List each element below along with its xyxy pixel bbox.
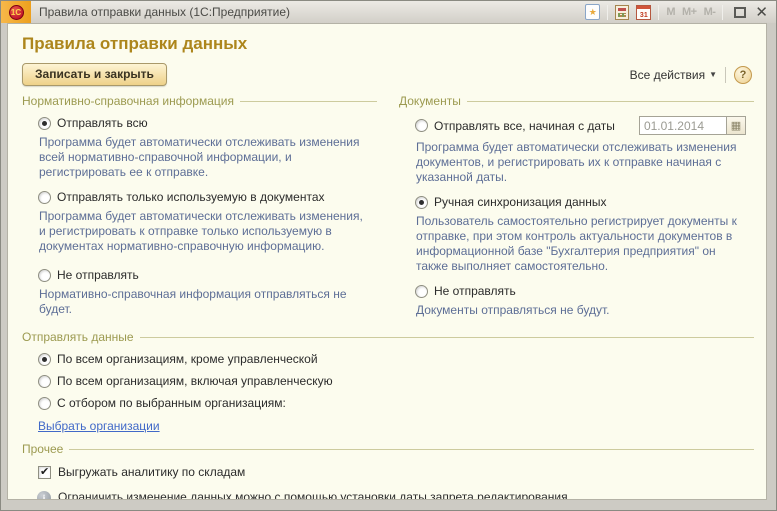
radio-button[interactable]	[415, 285, 428, 298]
group-divider	[240, 101, 377, 102]
checkbox[interactable]	[38, 466, 51, 479]
radio-label: По всем организациям, включая управленче…	[57, 374, 333, 388]
radio-label: Отправлять всю	[57, 116, 148, 130]
favorites-icon[interactable]: ★	[585, 4, 600, 20]
radio-option-selected-orgs[interactable]: С отбором по выбранным организациям:	[38, 396, 754, 410]
radio-option-send-all-nsi[interactable]: Отправлять всю	[38, 116, 377, 130]
radio-label: Ручная синхронизация данных	[434, 195, 607, 209]
toolbar-separator	[725, 67, 726, 83]
radio-button[interactable]	[415, 119, 428, 132]
option-description: Программа будет автоматически отслеживат…	[39, 209, 363, 254]
group-divider	[69, 449, 754, 450]
titlebar-separator	[658, 5, 659, 20]
date-picker-icon[interactable]: ▦	[727, 116, 746, 135]
page-title: Правила отправки данных	[22, 34, 766, 54]
radio-button[interactable]	[38, 269, 51, 282]
radio-label: Отправлять все, начиная с даты	[434, 119, 615, 133]
titlebar-accent: 1С	[1, 1, 31, 23]
start-date-input[interactable]	[639, 116, 727, 135]
radio-label: Не отправлять	[434, 284, 516, 298]
group-nsi: Нормативно-справочная информация Отправл…	[22, 86, 377, 328]
titlebar-separator	[607, 5, 608, 20]
calendar-icon[interactable]: 31	[636, 5, 651, 20]
option-description: Программа будет автоматически отслеживат…	[416, 140, 740, 185]
group-divider	[467, 101, 754, 102]
calculator-icon[interactable]	[615, 5, 629, 20]
radio-label: Отправлять только используемую в докумен…	[57, 190, 325, 204]
radio-button[interactable]	[38, 375, 51, 388]
1c-logo-icon: 1С	[9, 5, 24, 20]
info-text: Ограничить изменение данных можно с помо…	[58, 490, 571, 500]
info-icon: i	[37, 491, 51, 500]
option-description: Программа будет автоматически отслеживат…	[39, 135, 363, 180]
group-send-data: Отправлять данные По всем организациям, …	[8, 330, 766, 433]
help-button[interactable]: ?	[734, 66, 752, 84]
radio-label: Не отправлять	[57, 268, 139, 282]
radio-label: По всем организациям, кроме управленческ…	[57, 352, 318, 366]
radio-option-no-send-docs[interactable]: Не отправлять	[415, 284, 754, 298]
choose-organizations-link[interactable]: Выбрать организации	[38, 419, 160, 433]
memory-m-button[interactable]: M	[666, 6, 675, 18]
radio-option-all-orgs-incl-mgmt[interactable]: По всем организациям, включая управленче…	[38, 374, 754, 388]
all-actions-label: Все действия	[630, 68, 705, 82]
radio-label: С отбором по выбранным организациям:	[57, 396, 286, 410]
group-documents: Документы Отправлять все, начиная с даты…	[399, 86, 754, 328]
save-and-close-button[interactable]: Записать и закрыть	[22, 63, 167, 86]
radio-button[interactable]	[38, 117, 51, 130]
memory-m-plus-button[interactable]: M+	[682, 6, 697, 18]
radio-button[interactable]	[38, 397, 51, 410]
checkbox-export-warehouse-analytics[interactable]: Выгружать аналитику по складам	[38, 465, 754, 479]
radio-option-send-docs-from-date[interactable]: Отправлять все, начиная с даты ▦	[415, 116, 754, 135]
form-content: Правила отправки данных Записать и закры…	[7, 23, 767, 500]
group-divider	[140, 337, 754, 338]
radio-option-manual-sync[interactable]: Ручная синхронизация данных	[415, 195, 754, 209]
option-description: Документы отправляться не будут.	[416, 303, 740, 318]
all-actions-button[interactable]: Все действия ▼	[630, 68, 717, 82]
checkbox-label: Выгружать аналитику по складам	[58, 465, 245, 479]
radio-option-no-send-nsi[interactable]: Не отправлять	[38, 268, 377, 282]
radio-button[interactable]	[38, 191, 51, 204]
chevron-down-icon: ▼	[709, 70, 717, 79]
memory-m-minus-button[interactable]: M-	[704, 6, 716, 18]
radio-option-send-used-nsi[interactable]: Отправлять только используемую в докумен…	[38, 190, 377, 204]
maximize-button[interactable]	[734, 7, 746, 18]
titlebar: 1С Правила отправки данных (1С:Предприят…	[1, 1, 776, 23]
toolbar: Записать и закрыть Все действия ▼ ?	[22, 63, 752, 86]
radio-button[interactable]	[38, 353, 51, 366]
radio-option-all-orgs-except-mgmt[interactable]: По всем организациям, кроме управленческ…	[38, 352, 754, 366]
option-description: Нормативно-справочная информация отправл…	[39, 287, 363, 317]
option-description: Пользователь самостоятельно регистрирует…	[416, 214, 740, 274]
close-button[interactable]: ✕	[755, 7, 768, 18]
app-window: 1С Правила отправки данных (1С:Предприят…	[0, 0, 777, 511]
titlebar-separator	[722, 5, 723, 20]
group-documents-title: Документы	[399, 94, 461, 108]
group-other-title: Прочее	[22, 442, 63, 456]
group-send-data-title: Отправлять данные	[22, 330, 134, 344]
group-nsi-title: Нормативно-справочная информация	[22, 94, 234, 108]
window-title: Правила отправки данных (1С:Предприятие)	[39, 5, 585, 19]
group-other: Прочее Выгружать аналитику по складам i …	[8, 442, 766, 500]
info-note: i Ограничить изменение данных можно с по…	[37, 490, 754, 500]
radio-button[interactable]	[415, 196, 428, 209]
